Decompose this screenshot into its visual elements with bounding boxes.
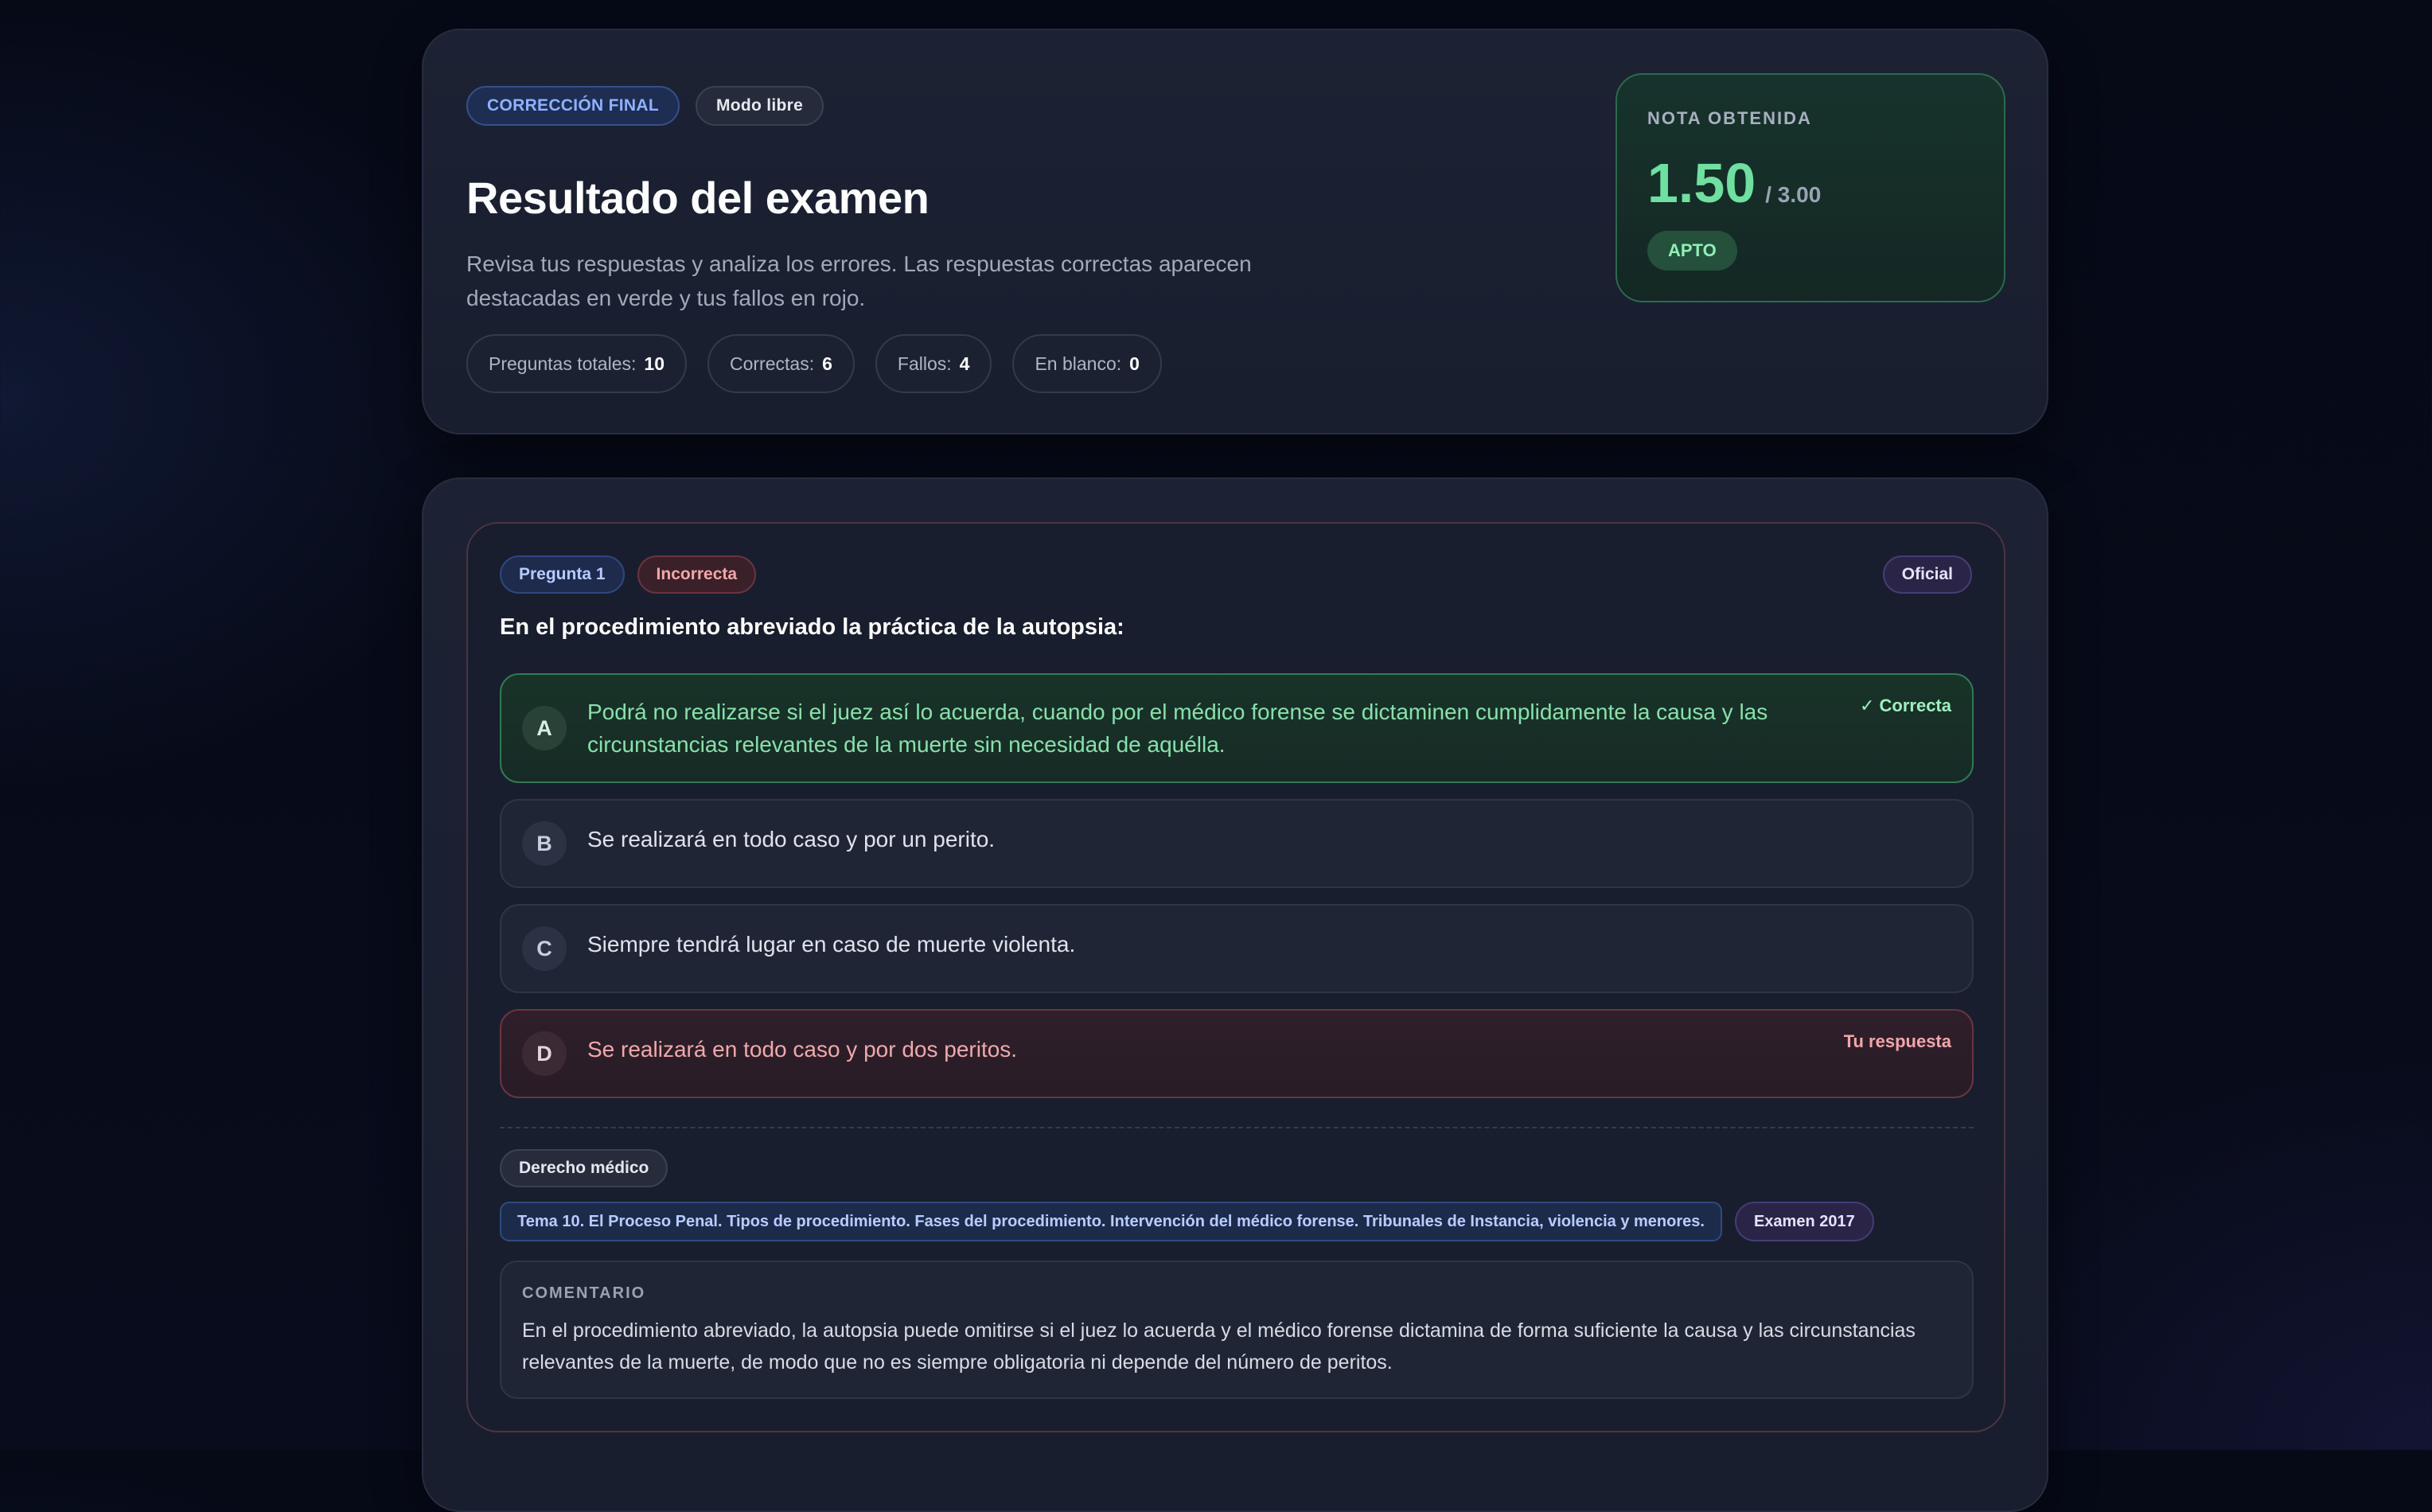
option-letter: D bbox=[522, 1031, 567, 1076]
mode-badge: Modo libre bbox=[695, 86, 824, 126]
subject-tag: Derecho médico bbox=[500, 1149, 668, 1187]
page-description: Revisa tus respuestas y analiza los erro… bbox=[466, 251, 1252, 310]
score-label: NOTA OBTENIDA bbox=[1647, 108, 1812, 128]
your-answer-flag: Tu respuesta bbox=[1843, 1031, 1951, 1051]
question-text: En el procedimiento abreviado la práctic… bbox=[500, 614, 1124, 640]
score-line: 1.50 / 3.00 bbox=[1647, 151, 1821, 215]
topic-row: Tema 10. El Proceso Penal. Tipos de proc… bbox=[500, 1202, 1874, 1241]
stats-row: Preguntas totales: 10 Correctas: 6 Fallo… bbox=[466, 334, 1162, 393]
questions-review-card: Pregunta 1 Incorrecta Oficial En el proc… bbox=[422, 477, 2048, 1512]
score-panel: NOTA OBTENIDA 1.50 / 3.00 APTO bbox=[1615, 73, 2005, 302]
stat-blank: En blanco: 0 bbox=[1012, 334, 1162, 393]
option-text: Se realizará en todo caso y por dos peri… bbox=[587, 1037, 1018, 1062]
header-badges: CORRECCIÓN FINAL Modo libre bbox=[466, 86, 824, 126]
stat-value: 6 bbox=[822, 353, 832, 374]
score-value: 1.50 bbox=[1647, 152, 1756, 214]
stat-correct: Correctas: 6 bbox=[707, 334, 855, 393]
option-letter: B bbox=[522, 821, 567, 866]
exam-year-tag: Examen 2017 bbox=[1734, 1202, 1874, 1241]
result-summary-card: CORRECCIÓN FINAL Modo libre Resultado de… bbox=[422, 29, 2048, 435]
option-c[interactable]: C Siempre tendrá lugar en caso de muerte… bbox=[500, 904, 1974, 993]
stat-label: Correctas: bbox=[730, 353, 815, 374]
page-title: Resultado del examen bbox=[466, 173, 930, 223]
option-text: Podrá no realizarse si el juez así lo ac… bbox=[587, 699, 1768, 757]
comment-box: COMENTARIO En el procedimiento abreviado… bbox=[500, 1261, 1974, 1399]
option-d[interactable]: D Se realizará en todo caso y por dos pe… bbox=[500, 1009, 1974, 1098]
stat-value: 10 bbox=[644, 353, 665, 374]
question-source-tag: Oficial bbox=[1882, 555, 1972, 594]
stat-value: 0 bbox=[1129, 353, 1140, 374]
option-b[interactable]: B Se realizará en todo caso y por un per… bbox=[500, 799, 1974, 888]
stat-label: En blanco: bbox=[1035, 353, 1122, 374]
pass-status-badge: APTO bbox=[1647, 231, 1737, 271]
score-max: / 3.00 bbox=[1765, 182, 1822, 207]
question-result-tag: Incorrecta bbox=[637, 555, 757, 594]
question-number-tag: Pregunta 1 bbox=[500, 555, 625, 594]
question-item: Pregunta 1 Incorrecta Oficial En el proc… bbox=[466, 522, 2005, 1432]
stat-total-questions: Preguntas totales: 10 bbox=[466, 334, 687, 393]
stat-label: Fallos: bbox=[897, 353, 952, 374]
option-text: Siempre tendrá lugar en caso de muerte v… bbox=[587, 932, 1076, 957]
stat-wrong: Fallos: 4 bbox=[875, 334, 992, 393]
question-tags: Pregunta 1 Incorrecta bbox=[500, 555, 757, 594]
topic-tag: Tema 10. El Proceso Penal. Tipos de proc… bbox=[500, 1202, 1722, 1241]
correct-answer-flag: ✓ Correcta bbox=[1859, 696, 1951, 715]
stat-label: Preguntas totales: bbox=[489, 353, 637, 374]
comment-label: COMENTARIO bbox=[522, 1284, 646, 1302]
option-letter: C bbox=[522, 926, 567, 971]
option-letter: A bbox=[522, 706, 567, 750]
divider bbox=[500, 1127, 1974, 1128]
option-text: Se realizará en todo caso y por un perit… bbox=[587, 827, 996, 851]
stat-value: 4 bbox=[959, 353, 970, 374]
comment-text: En el procedimiento abreviado, la autops… bbox=[522, 1319, 1916, 1374]
option-a[interactable]: A Podrá no realizarse si el juez así lo … bbox=[500, 673, 1974, 783]
final-correction-badge: CORRECCIÓN FINAL bbox=[466, 86, 680, 126]
